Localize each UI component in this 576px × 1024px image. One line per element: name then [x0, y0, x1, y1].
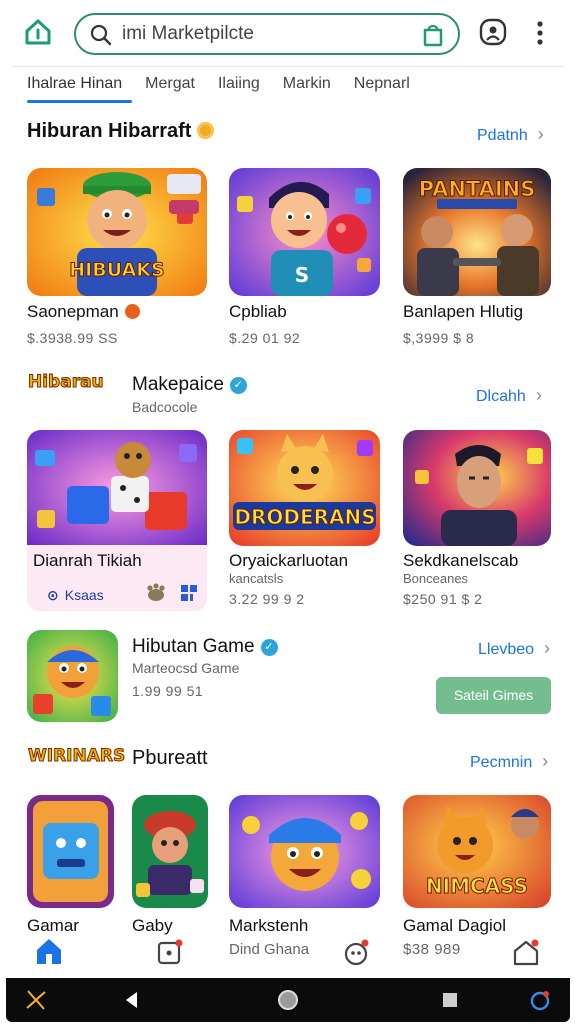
- section-title: Makepaice ✓: [132, 374, 247, 396]
- game-thumbnail[interactable]: [403, 430, 551, 546]
- game-thumbnail[interactable]: NIMCASS: [403, 795, 551, 908]
- game-name-label: Saonepman: [27, 302, 119, 321]
- back-icon[interactable]: [120, 988, 144, 1012]
- star-badge-icon: [197, 122, 215, 139]
- thumb-logo-text: HIBUAKS: [69, 259, 164, 281]
- section1-title: Hiburan Hibarraft: [27, 120, 192, 142]
- card-price: $,3999 $ 8: [403, 330, 475, 346]
- recents-icon[interactable]: [438, 988, 462, 1012]
- card-price: $250 91 $ 2: [403, 591, 483, 607]
- thumb-logo-text: PANTAINS: [419, 177, 536, 201]
- app-subtitle: Marteocsd Game: [132, 660, 240, 676]
- card-price: 3.22 99 9 2: [229, 591, 305, 607]
- card-subtitle: Bonceanes: [403, 571, 469, 586]
- tab-2[interactable]: Ilaiing: [203, 67, 268, 105]
- card-name[interactable]: Oryaickarluotan: [229, 551, 348, 571]
- profile-icon[interactable]: [478, 17, 508, 47]
- store-nav-icon[interactable]: [512, 938, 540, 966]
- see-all-label: Llevbeo: [478, 641, 535, 658]
- game-thumbnail[interactable]: S: [229, 168, 380, 296]
- see-all-label: Pecmnin: [470, 754, 533, 771]
- see-all-label: Pdatnh: [477, 127, 528, 144]
- thumb-logo-text: NIMCASS: [426, 874, 528, 898]
- card-name[interactable]: Saonepman: [27, 302, 140, 322]
- install-button[interactable]: Sateil Gimes: [436, 677, 551, 714]
- app-title: Hibutan Game ✓: [132, 636, 278, 658]
- tab-4[interactable]: Nepnarl: [339, 67, 418, 105]
- search-bar[interactable]: [74, 13, 460, 55]
- pinwheel-icon[interactable]: [24, 988, 48, 1012]
- game-icon-thumbnail[interactable]: [27, 630, 118, 722]
- thumb-logo-text: DRODERANS: [234, 505, 375, 529]
- tab-1[interactable]: Mergat: [130, 67, 203, 105]
- category-tabs: Ihalrae Hinan Mergat Ilaiing Markin Nepn…: [12, 66, 564, 104]
- section-logo-text: Hibarau: [28, 372, 105, 392]
- section1-see-all[interactable]: Pdatnh ›: [477, 124, 544, 145]
- home-nav-icon[interactable]: [34, 936, 64, 966]
- games-nav-icon[interactable]: [342, 938, 370, 966]
- verified-icon: ✓: [229, 377, 247, 394]
- highlight-label: ⊙ Ksaas: [47, 587, 104, 603]
- tab-3[interactable]: Markin: [268, 67, 339, 105]
- card-name: Dianrah Tikiah: [33, 551, 142, 570]
- game-thumbnail[interactable]: [229, 795, 380, 908]
- card-subtitle: kancatsls: [229, 571, 284, 586]
- section3-title: Hibutan Game: [132, 636, 255, 657]
- highlight-card[interactable]: Dianrah Tikiah ⊙ Ksaas: [27, 545, 207, 611]
- section2-title: Makepaice: [132, 374, 224, 395]
- see-all-label: Dlcahh: [476, 388, 526, 405]
- assistant-icon[interactable]: [528, 988, 552, 1012]
- paw-icon[interactable]: [145, 581, 167, 603]
- chevron-right-icon: ›: [542, 751, 549, 771]
- home-icon[interactable]: [22, 16, 54, 48]
- card-name[interactable]: Sekdkanelscab: [403, 551, 518, 571]
- game-thumbnail[interactable]: [27, 430, 207, 546]
- chevron-right-icon: ›: [535, 385, 542, 405]
- hot-badge-icon: [124, 304, 140, 319]
- card-price: $.3938.99 SS: [27, 330, 118, 346]
- card-price: $.29 01 92: [229, 330, 301, 346]
- svg-text:S: S: [295, 263, 309, 287]
- game-thumbnail[interactable]: [132, 795, 208, 908]
- card-name[interactable]: Banlapen Hlutig: [403, 302, 523, 322]
- section-title: Hiburan Hibarraft: [27, 120, 215, 143]
- search-icon: [90, 24, 112, 46]
- game-thumbnail[interactable]: [27, 795, 114, 908]
- app-price: 1.99 99 51: [132, 683, 204, 699]
- section2-see-all[interactable]: Dlcahh ›: [476, 385, 542, 406]
- section-subtitle: Badcocole: [132, 399, 198, 415]
- top-bar: [0, 0, 576, 66]
- section-logo-text: WIRINARS: [27, 746, 126, 767]
- game-thumbnail[interactable]: PANTAINS: [403, 168, 551, 296]
- grid-icon[interactable]: [179, 583, 199, 603]
- bottom-nav: [0, 930, 576, 978]
- chevron-right-icon: ›: [544, 638, 551, 658]
- section-logo: Hibarau: [28, 372, 105, 392]
- game-thumbnail[interactable]: DRODERANS: [229, 430, 380, 546]
- section-title: Pbureatt: [132, 747, 208, 769]
- home-circle-icon[interactable]: [276, 988, 300, 1012]
- bag-icon[interactable]: [422, 23, 444, 47]
- tab-0[interactable]: Ihalrae Hinan: [12, 67, 133, 105]
- section-logo: WIRINARS: [27, 746, 126, 767]
- more-vert-icon[interactable]: [532, 18, 548, 48]
- library-nav-icon[interactable]: [156, 938, 184, 966]
- search-input[interactable]: [122, 21, 412, 47]
- verified-icon: ✓: [260, 639, 278, 656]
- card-name[interactable]: Cpbliab: [229, 302, 287, 322]
- section4-see-all[interactable]: Pecmnin ›: [470, 751, 548, 772]
- game-thumbnail[interactable]: HIBUAKS: [27, 168, 207, 296]
- highlight-label-text: Ksaas: [64, 587, 104, 603]
- chevron-right-icon: ›: [537, 124, 544, 144]
- section3-see-all[interactable]: Llevbeo ›: [478, 638, 550, 659]
- system-nav-bar: [6, 978, 570, 1022]
